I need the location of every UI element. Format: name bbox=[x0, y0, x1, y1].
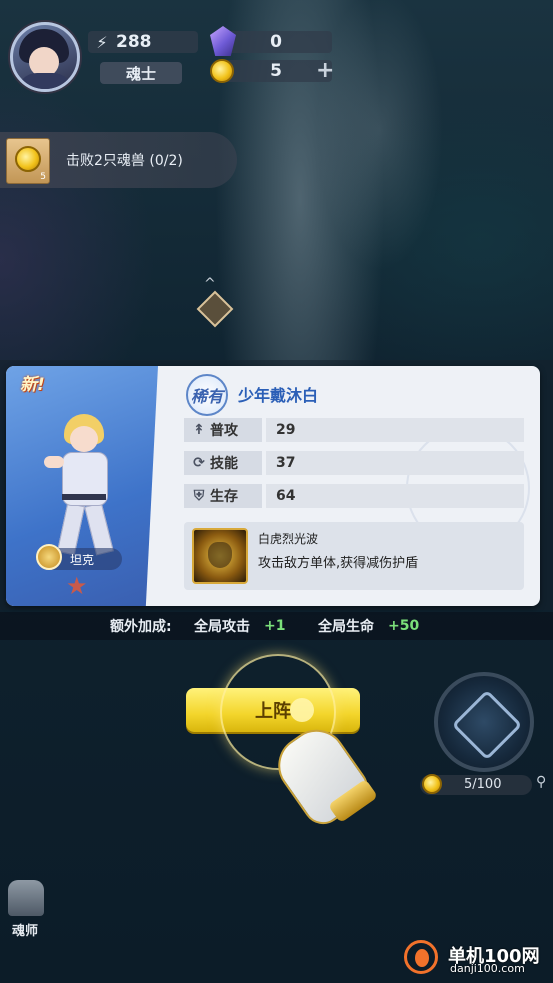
coin-icon bbox=[15, 146, 41, 172]
coin-icon bbox=[210, 59, 234, 83]
skill-name: 白虎烈光波 bbox=[258, 532, 319, 546]
chevron-up-icon: ^ bbox=[204, 276, 216, 292]
orb-progress-text: 5/100 bbox=[464, 777, 502, 792]
star-icon: ★ bbox=[66, 572, 88, 600]
role-badge: 坦克 bbox=[36, 544, 122, 570]
stat-value: 29 bbox=[266, 418, 524, 442]
stat-row-survival: ⛨ 生存 64 bbox=[184, 484, 524, 508]
reward-count: 5 bbox=[40, 172, 46, 182]
white-tiger-skill-icon bbox=[192, 528, 248, 584]
attack-icon: ↟ bbox=[193, 422, 205, 438]
power-display: ⚡ 288 bbox=[88, 31, 198, 53]
player-avatar[interactable] bbox=[10, 22, 80, 92]
stat-label: 技能 bbox=[210, 456, 238, 472]
soul-orb-button[interactable] bbox=[434, 672, 534, 772]
watermark-url: danji100.com bbox=[450, 962, 525, 975]
skill-description: 攻击敌方单体,获得减伤护盾 bbox=[258, 556, 419, 571]
watermark-logo bbox=[404, 940, 438, 974]
bonus-label: 额外加成: bbox=[110, 619, 172, 635]
global-attack-label: 全局攻击 bbox=[194, 619, 250, 635]
stat-label: 生存 bbox=[210, 489, 238, 505]
rank-badge: 魂士 bbox=[100, 62, 182, 84]
stat-value: 64 bbox=[266, 484, 524, 508]
bonus-bar: 额外加成: 全局攻击 +1 全局生命 +50 bbox=[0, 612, 553, 640]
coin-icon bbox=[422, 774, 442, 794]
skill-cycle-icon: ⟳ bbox=[193, 455, 205, 471]
tap-indicator bbox=[290, 698, 314, 722]
gem-value: 0 bbox=[270, 32, 282, 52]
stat-label: 普攻 bbox=[210, 423, 238, 439]
search-icon[interactable]: ⚲ bbox=[536, 774, 546, 790]
orb-progress: 5/100 bbox=[420, 774, 532, 795]
class-label[interactable]: 魂师 bbox=[12, 920, 38, 939]
coin-value: 5 bbox=[270, 61, 282, 81]
stat-value: 37 bbox=[266, 451, 524, 475]
rarity-badge: 稀有 bbox=[186, 374, 228, 416]
tank-icon bbox=[36, 544, 62, 570]
quest-text: 击败2只魂兽 (0/2) bbox=[66, 153, 183, 169]
add-coins-button[interactable]: + bbox=[316, 58, 334, 83]
global-life-label: 全局生命 bbox=[318, 619, 374, 635]
global-life-value: +50 bbox=[388, 618, 420, 634]
new-tag: 新! bbox=[20, 375, 45, 395]
shield-icon: ⛨ bbox=[193, 488, 205, 504]
stat-row-attack: ↟ 普攻 29 bbox=[184, 418, 524, 442]
role-label: 坦克 bbox=[70, 553, 95, 567]
skill-panel[interactable]: 白虎烈光波 攻击敌方单体,获得减伤护盾 bbox=[184, 522, 524, 590]
knight-helmet-icon[interactable] bbox=[8, 880, 44, 916]
stat-row-skill: ⟳ 技能 37 bbox=[184, 451, 524, 475]
hero-card: 新! 坦克 ★ 稀有 少年戴沐白 ↟ 普攻 29 ⟳ 技能 37 ⛨ 生存 64 白虎… bbox=[6, 366, 540, 606]
hero-name: 少年戴沐白 bbox=[238, 386, 319, 405]
power-icon: ⚡ bbox=[96, 32, 108, 52]
power-value: 288 bbox=[116, 32, 152, 52]
quest-reward: 5 bbox=[6, 138, 50, 184]
global-attack-value: +1 bbox=[264, 618, 286, 634]
hero-portrait bbox=[44, 410, 126, 560]
quest-tracker[interactable]: 5 击败2只魂兽 (0/2) bbox=[0, 132, 237, 188]
